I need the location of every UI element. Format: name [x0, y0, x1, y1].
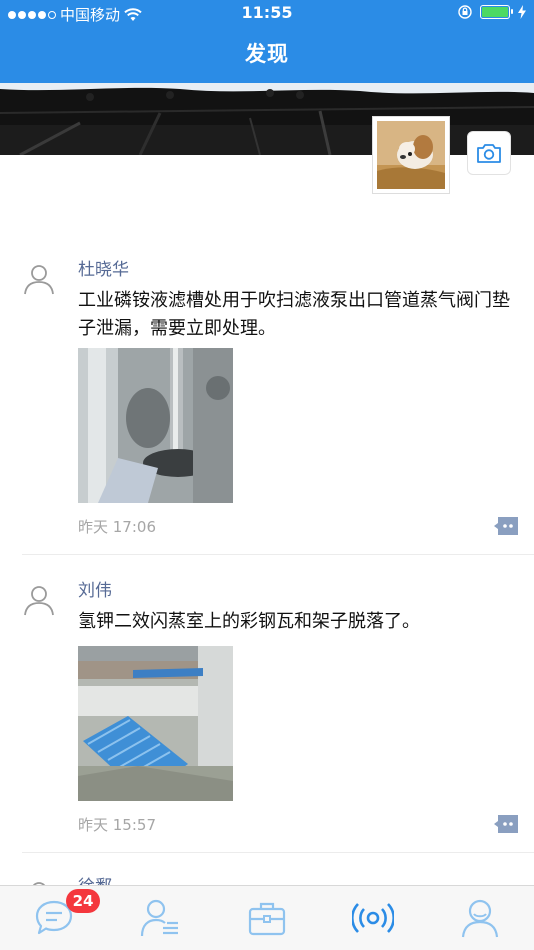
- post-time: 昨天 17:06: [78, 518, 156, 536]
- user-avatar-icon[interactable]: [22, 582, 56, 616]
- page-title: 发现: [245, 42, 289, 66]
- tab-profile[interactable]: [458, 896, 502, 940]
- camera-button[interactable]: [467, 131, 511, 175]
- workbench-icon: [248, 902, 286, 936]
- user-avatar-icon[interactable]: [22, 261, 56, 295]
- tab-workbench[interactable]: [245, 896, 289, 940]
- charging-icon: [518, 5, 526, 19]
- post-text: 氢钾二效闪蒸室上的彩钢瓦和架子脱落了。: [78, 611, 420, 632]
- top-bar: 中国移动 11:55 发现: [0, 0, 534, 83]
- post-photo[interactable]: [78, 348, 233, 503]
- status-time: 11:55: [241, 3, 293, 22]
- discover-icon: [352, 903, 394, 933]
- profile-avatar[interactable]: [372, 116, 450, 194]
- post-text: 工业磷铵液滤槽处用于吹扫滤液泵出口管道蒸气阀门垫子泄漏，需要立即处理。: [78, 290, 510, 339]
- battery-icon: [480, 5, 513, 19]
- post-photo[interactable]: [78, 646, 233, 801]
- post-author[interactable]: 杜晓华: [78, 255, 129, 280]
- camera-icon: [477, 144, 501, 163]
- comment-icon[interactable]: [494, 517, 518, 535]
- comment-icon[interactable]: [494, 815, 518, 833]
- post-time: 昨天 15:57: [78, 816, 156, 834]
- post-author[interactable]: 刘伟: [78, 576, 112, 601]
- status-right: [458, 5, 526, 19]
- contacts-icon: [140, 899, 178, 937]
- post-divider: [22, 852, 534, 853]
- post-divider: [22, 554, 534, 555]
- profile-icon: [461, 899, 499, 938]
- tab-discover[interactable]: [351, 896, 395, 940]
- cover-photo[interactable]: [0, 83, 534, 155]
- rotation-lock-icon: [458, 5, 472, 19]
- tab-contacts[interactable]: [138, 896, 182, 940]
- status-bar: 中国移动 11:55: [0, 0, 534, 28]
- unread-badge: 24: [66, 889, 100, 913]
